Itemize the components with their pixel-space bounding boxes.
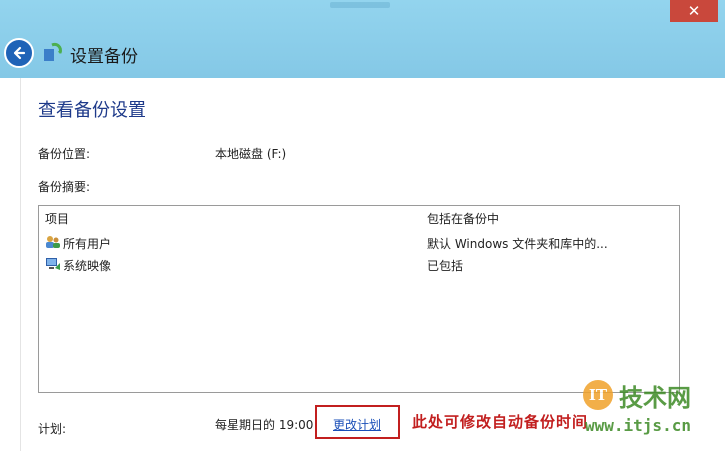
schedule-label: 计划: bbox=[38, 422, 67, 436]
backup-location-value: 本地磁盘 (F:) bbox=[215, 147, 287, 161]
title-bar: ✕ 设置备份 bbox=[0, 0, 725, 78]
backup-summary-label: 备份摘要: bbox=[38, 180, 91, 194]
annotation-text: 此处可修改自动备份时间 bbox=[412, 413, 589, 431]
backup-summary-list[interactable]: 项目 包括在备份中 所有用户 默认 Windows 文件夹和库中的... 系统映… bbox=[38, 205, 680, 393]
back-button[interactable] bbox=[4, 38, 34, 68]
list-item[interactable]: 所有用户 默认 Windows 文件夹和库中的... bbox=[39, 232, 679, 252]
column-header-included[interactable]: 包括在备份中 bbox=[427, 210, 499, 227]
back-arrow-icon[interactable] bbox=[11, 45, 27, 61]
page-title: 查看备份设置 bbox=[38, 100, 146, 121]
schedule-value: 每星期日的 19:00 bbox=[215, 418, 314, 432]
watermark-badge: IT bbox=[583, 380, 613, 410]
list-header: 项目 包括在备份中 bbox=[39, 206, 679, 226]
backup-location-label: 备份位置: bbox=[38, 147, 91, 161]
list-item-included: 默认 Windows 文件夹和库中的... bbox=[427, 237, 608, 251]
watermark: IT 技术网 www.itjs.cn bbox=[583, 378, 713, 438]
system-image-icon bbox=[46, 258, 60, 270]
close-icon[interactable]: ✕ bbox=[688, 2, 701, 20]
watermark-name: 技术网 bbox=[619, 384, 691, 412]
annotation-highlight-box bbox=[315, 405, 400, 439]
window-title: 设置备份 bbox=[70, 47, 138, 67]
list-item-name: 系统映像 bbox=[63, 259, 112, 273]
users-icon bbox=[46, 236, 60, 248]
title-bar-strip bbox=[330, 2, 390, 8]
watermark-url: www.itjs.cn bbox=[585, 416, 691, 435]
close-button[interactable]: ✕ bbox=[670, 0, 718, 22]
list-item-name: 所有用户 bbox=[63, 237, 112, 251]
backup-icon bbox=[44, 43, 62, 61]
list-item[interactable]: 系统映像 已包括 bbox=[39, 254, 679, 274]
column-header-item[interactable]: 项目 bbox=[45, 210, 69, 227]
list-item-included: 已包括 bbox=[427, 259, 464, 273]
